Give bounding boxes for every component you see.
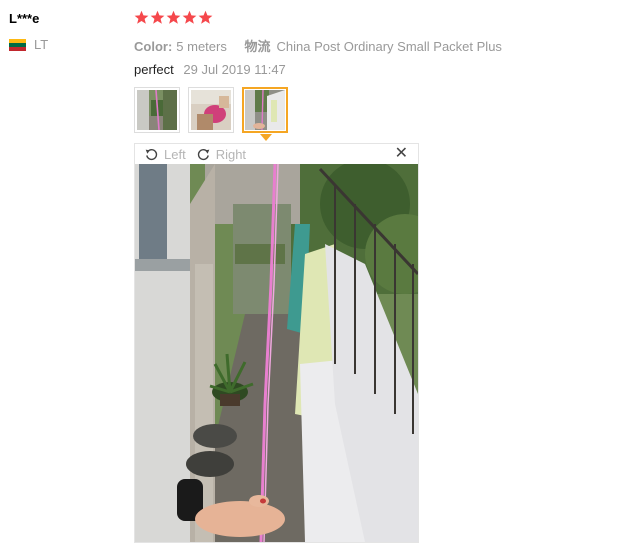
- reviewer-name: L***e: [9, 11, 40, 26]
- review-thumbnail[interactable]: [134, 87, 180, 133]
- rotate-left-button[interactable]: Left: [144, 147, 186, 162]
- close-viewer-button[interactable]: ✕: [395, 146, 408, 162]
- rating-stars: [134, 10, 214, 25]
- rotate-left-icon: [145, 148, 158, 160]
- review-thumbnail-selected[interactable]: [242, 87, 288, 133]
- star-icon: [150, 10, 165, 24]
- image-viewer: Left Right ✕: [134, 143, 419, 543]
- color-value: 5 meters: [176, 39, 227, 54]
- shipping-label: 物流: [244, 39, 271, 54]
- selected-thumbnail-pointer: [260, 134, 272, 141]
- lithuania-flag-icon: [9, 38, 26, 51]
- rotate-right-icon: [197, 148, 209, 160]
- rotate-left-label: Left: [164, 146, 186, 162]
- color-label: Color:: [134, 39, 173, 54]
- star-icon: [166, 10, 181, 24]
- star-icon: [182, 10, 197, 24]
- review-thumbnails: [134, 87, 296, 133]
- viewer-toolbar: Left Right ✕: [135, 144, 418, 164]
- review-content: perfect 29 Jul 2019 11:47: [134, 62, 286, 77]
- reviewer-country: LT: [9, 37, 48, 52]
- country-code: LT: [34, 37, 49, 52]
- star-icon: [134, 10, 149, 24]
- shipping-value: China Post Ordinary Small Packet Plus: [276, 39, 502, 54]
- star-icon: [198, 10, 213, 24]
- review-text: perfect: [134, 62, 174, 77]
- review-photo: [135, 164, 418, 542]
- rotate-right-button[interactable]: Right: [196, 147, 246, 162]
- review-thumbnail[interactable]: [188, 87, 234, 133]
- rotate-right-label: Right: [215, 146, 247, 162]
- order-info: Color: 5 meters 物流 China Post Ordinary Sma…: [134, 36, 502, 55]
- review-date: 29 Jul 2019 11:47: [183, 62, 286, 77]
